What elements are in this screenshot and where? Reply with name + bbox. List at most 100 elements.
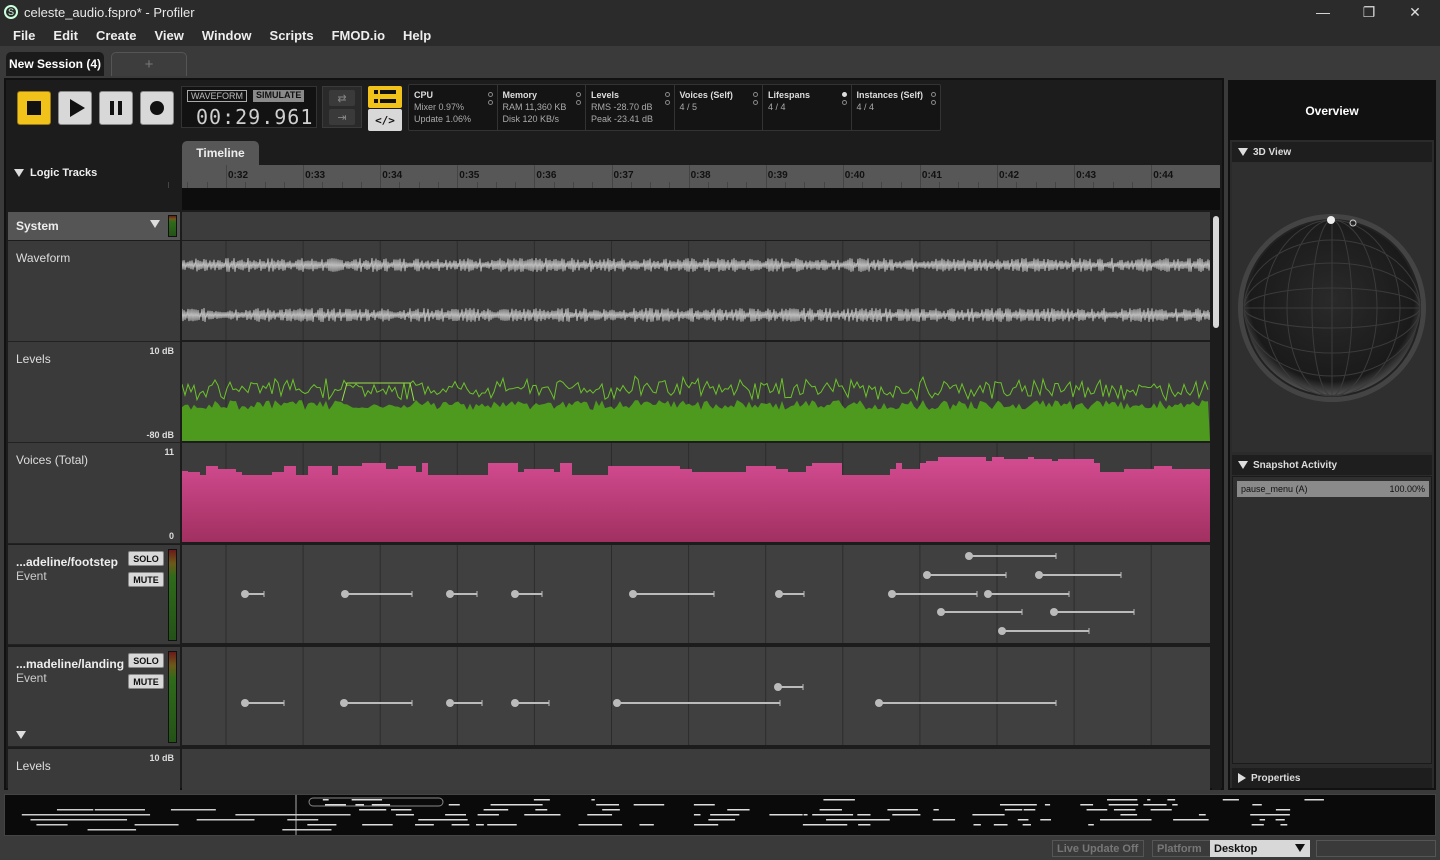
list-view-icon[interactable]	[368, 86, 402, 108]
voices-track-header[interactable]: Voices (Total) 11 0	[8, 443, 180, 544]
follow-playhead-icon[interactable]: ⇥	[329, 109, 355, 125]
3d-view-panel[interactable]	[1232, 162, 1432, 452]
stop-button[interactable]	[17, 91, 51, 125]
add-session-tab-button[interactable]: +	[111, 52, 187, 76]
collapse-icon	[14, 169, 24, 177]
window-title: celeste_audio.fspro* - Profiler	[24, 4, 195, 20]
waveform-track-header[interactable]: Waveform	[8, 241, 180, 342]
track-list: System Waveform Levels 10 dB -80 dB Voic…	[6, 212, 1211, 790]
graph-toggle-icon[interactable]	[931, 92, 936, 97]
stat-lifespans[interactable]: Lifespans 4 / 4	[763, 85, 852, 130]
landing-solo-button[interactable]: SOLO	[128, 653, 164, 668]
levels-scale-top: 10 dB	[149, 346, 174, 356]
loop-icon[interactable]: ⇄	[329, 90, 355, 106]
stat-instances-self[interactable]: Instances (Self) 4 / 4	[852, 85, 941, 130]
section-snapshot-activity[interactable]: Snapshot Activity	[1232, 455, 1432, 475]
landing-track-label: ...madeline/landing	[16, 657, 125, 671]
stat-levels[interactable]: Levels RMS -28.70 dB Peak -23.41 dB	[586, 85, 675, 130]
graph-toggle-icon[interactable]	[487, 92, 493, 97]
menu-create[interactable]: Create	[87, 28, 145, 43]
landing-track-type: Event	[16, 671, 47, 685]
ruler-label: 0:44	[1153, 170, 1174, 181]
menu-file[interactable]: File	[4, 28, 44, 43]
ruler-tick	[611, 165, 613, 188]
overview-graph	[21, 795, 1324, 835]
menu-window[interactable]: Window	[193, 28, 261, 43]
graph-toggle-icon[interactable]	[753, 92, 758, 97]
ruler-tick	[919, 165, 921, 188]
close-button[interactable]: ✕	[1392, 0, 1438, 24]
graph-toggle-icon[interactable]	[576, 92, 581, 97]
stat-value: Mixer 0.97%	[414, 102, 465, 112]
ruler-label: 0:43	[1076, 170, 1097, 181]
pause-button[interactable]	[99, 91, 133, 125]
system-meter	[168, 215, 177, 237]
collapse-icon	[1238, 461, 1248, 469]
stat-voices-self[interactable]: Voices (Self) 4 / 5	[675, 85, 763, 130]
levels2-track-header[interactable]: Levels 10 dB	[8, 749, 180, 790]
live-update-button[interactable]: Live Update Off	[1052, 840, 1144, 857]
stat-label: Voices (Self)	[679, 90, 733, 100]
ruler-tick	[997, 165, 998, 188]
session-tab-active[interactable]: New Session (4)	[6, 52, 104, 76]
tab-timeline[interactable]: Timeline	[182, 141, 259, 165]
maximize-button[interactable]: ❐	[1346, 0, 1392, 24]
session-tab-strip: New Session (4) +	[0, 46, 1440, 78]
levels2-track-label: Levels	[16, 759, 51, 773]
menu-scripts[interactable]: Scripts	[261, 28, 323, 43]
graph-toggle-icon[interactable]	[931, 100, 936, 105]
landing-mute-button[interactable]: MUTE	[128, 674, 164, 689]
menu-edit[interactable]: Edit	[44, 28, 87, 43]
stat-cpu[interactable]: CPU Mixer 0.97% Update 1.06%	[409, 85, 498, 130]
footstep-mute-button[interactable]: MUTE	[128, 572, 164, 587]
ruler-label: 0:35	[459, 170, 480, 181]
levels-track-header[interactable]: Levels 10 dB -80 dB	[8, 342, 180, 443]
section-3d-view[interactable]: 3D View	[1232, 142, 1432, 162]
menu-view[interactable]: View	[145, 28, 192, 43]
timeline-ruler[interactable]: 0:32 0:33 0:34 0:35 0:36 0:37 0:38 0:39 0:40 0:41…	[168, 165, 1220, 188]
code-view-button[interactable]: </>	[368, 109, 402, 131]
menu-help[interactable]: Help	[394, 28, 440, 43]
stat-memory[interactable]: Memory RAM 11,360 KB Disk 120 KB/s	[498, 85, 586, 130]
stat-value: 4 / 4	[768, 102, 786, 112]
voices-graph	[182, 443, 1210, 542]
vertical-scrollbar[interactable]	[1212, 212, 1221, 790]
voices-track-lane	[182, 443, 1210, 544]
logic-tracks-toggle[interactable]: Logic Tracks	[14, 167, 97, 179]
waveform-track-lane	[182, 241, 1210, 342]
session-overview-strip[interactable]	[4, 794, 1436, 836]
graph-toggle-icon[interactable]	[841, 92, 847, 97]
footstep-solo-button[interactable]: SOLO	[128, 551, 164, 566]
menu-fmod-io[interactable]: FMOD.io	[323, 28, 394, 43]
graph-toggle-icon[interactable]	[664, 100, 670, 105]
footstep-track-header[interactable]: ...adeline/footstep Event SOLO MUTE	[8, 545, 180, 645]
simulate-mode-toggle[interactable]: SIMULATE	[253, 90, 305, 102]
snapshot-row[interactable]: pause_menu (A) 100.00%	[1237, 481, 1429, 497]
landing-instances	[225, 647, 1152, 745]
record-button[interactable]	[140, 91, 174, 125]
play-button[interactable]	[58, 91, 92, 125]
system-dropdown-icon[interactable]	[150, 220, 160, 228]
ruler-label: 0:39	[767, 170, 788, 181]
platform-select[interactable]: Desktop	[1210, 840, 1310, 857]
system-track-header[interactable]: System	[8, 212, 180, 240]
minimize-button[interactable]: —	[1300, 0, 1346, 24]
waveform-mode-toggle[interactable]: WAVEFORM	[187, 90, 247, 102]
section-properties[interactable]: Properties	[1232, 768, 1432, 788]
graph-toggle-icon[interactable]	[487, 100, 493, 105]
graph-toggle-icon[interactable]	[841, 100, 847, 105]
levels2-scale-top: 10 dB	[149, 753, 174, 763]
record-icon	[150, 101, 164, 115]
platform-value: Desktop	[1214, 842, 1258, 855]
logic-tracks-label: Logic Tracks	[30, 167, 98, 179]
graph-toggle-icon[interactable]	[664, 92, 670, 97]
landing-track-header[interactable]: ...madeline/landing Event SOLO MUTE	[8, 647, 180, 747]
footstep-meter	[168, 549, 177, 641]
stat-label: Memory	[502, 90, 538, 100]
voices-scale-bottom: 0	[168, 531, 174, 541]
landing-expand-icon[interactable]	[16, 731, 26, 739]
ruler-label: 0:41	[921, 170, 942, 181]
graph-toggle-icon[interactable]	[753, 100, 758, 105]
graph-toggle-icon[interactable]	[576, 100, 581, 105]
scrollbar-thumb[interactable]	[1213, 216, 1219, 328]
